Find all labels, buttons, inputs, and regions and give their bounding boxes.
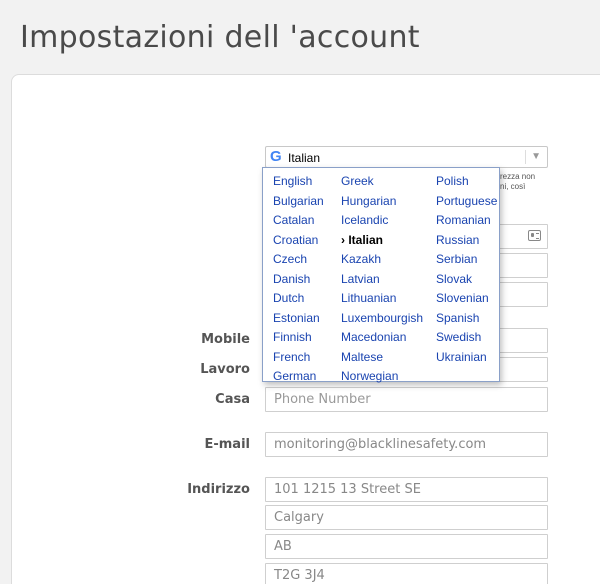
province-field[interactable]: AB bbox=[265, 534, 548, 559]
language-option-finnish[interactable]: Finnish bbox=[273, 330, 324, 350]
language-option-norwegian[interactable]: Norwegian bbox=[341, 369, 423, 389]
language-option-greek[interactable]: Greek bbox=[341, 174, 423, 194]
google-icon: G bbox=[270, 148, 282, 165]
language-option-slovak[interactable]: Slovak bbox=[436, 272, 497, 292]
home-label: Casa bbox=[215, 392, 250, 407]
selected-language: Italian bbox=[288, 151, 321, 165]
language-option-danish[interactable]: Danish bbox=[273, 272, 324, 292]
language-option-spanish[interactable]: Spanish bbox=[436, 311, 497, 331]
language-option-portuguese[interactable]: Portuguese bbox=[436, 194, 497, 214]
language-option-hungarian[interactable]: Hungarian bbox=[341, 194, 423, 214]
city-field[interactable]: Calgary bbox=[265, 505, 548, 530]
language-select[interactable]: G Italian ▼ bbox=[265, 146, 548, 168]
language-option-romanian[interactable]: Romanian bbox=[436, 213, 497, 233]
language-option-italian[interactable]: › Italian bbox=[341, 233, 423, 253]
language-option-icelandic[interactable]: Icelandic bbox=[341, 213, 423, 233]
language-option-dutch[interactable]: Dutch bbox=[273, 291, 324, 311]
language-option-russian[interactable]: Russian bbox=[436, 233, 497, 253]
address-label: Indirizzo bbox=[187, 482, 250, 497]
language-option-polish[interactable]: Polish bbox=[436, 174, 497, 194]
language-option-luxembourgish[interactable]: Luxembourgish bbox=[341, 311, 423, 331]
partial-hint-text: rezza non ni, così bbox=[500, 172, 536, 191]
language-option-croatian[interactable]: Croatian bbox=[273, 233, 324, 253]
dropdown-arrow-icon[interactable]: ▼ bbox=[525, 150, 541, 164]
language-column: English Bulgarian Catalan Croatian Czech… bbox=[273, 174, 324, 389]
language-column: Polish Portuguese Romanian Russian Serbi… bbox=[436, 174, 497, 369]
postal-code-field[interactable]: T2G 3J4 bbox=[265, 563, 548, 584]
language-option-serbian[interactable]: Serbian bbox=[436, 252, 497, 272]
language-option-slovenian[interactable]: Slovenian bbox=[436, 291, 497, 311]
language-option-swedish[interactable]: Swedish bbox=[436, 330, 497, 350]
language-option-lithuanian[interactable]: Lithuanian bbox=[341, 291, 423, 311]
email-field[interactable]: monitoring@blacklinesafety.com bbox=[265, 432, 548, 457]
address-line1-field[interactable]: 101 1215 13 Street SE bbox=[265, 477, 548, 502]
language-option-macedonian[interactable]: Macedonian bbox=[341, 330, 423, 350]
language-dropdown: English Bulgarian Catalan Croatian Czech… bbox=[262, 167, 500, 383]
page-title: Impostazioni dell 'account bbox=[20, 20, 420, 55]
home-phone-field[interactable]: Phone Number bbox=[265, 387, 548, 412]
email-label: E-mail bbox=[204, 437, 250, 452]
language-option-estonian[interactable]: Estonian bbox=[273, 311, 324, 331]
language-column: Greek Hungarian Icelandic › Italian Kaza… bbox=[341, 174, 423, 389]
language-option-maltese[interactable]: Maltese bbox=[341, 350, 423, 370]
language-option-catalan[interactable]: Catalan bbox=[273, 213, 324, 233]
language-option-english[interactable]: English bbox=[273, 174, 324, 194]
language-option-latvian[interactable]: Latvian bbox=[341, 272, 423, 292]
language-option-german[interactable]: German bbox=[273, 369, 324, 389]
language-option-kazakh[interactable]: Kazakh bbox=[341, 252, 423, 272]
language-option-ukrainian[interactable]: Ukrainian bbox=[436, 350, 497, 370]
language-option-bulgarian[interactable]: Bulgarian bbox=[273, 194, 324, 214]
language-option-french[interactable]: French bbox=[273, 350, 324, 370]
mobile-label: Mobile bbox=[201, 332, 250, 347]
work-label: Lavoro bbox=[200, 362, 250, 377]
language-option-czech[interactable]: Czech bbox=[273, 252, 324, 272]
contact-card-icon[interactable] bbox=[528, 230, 541, 241]
